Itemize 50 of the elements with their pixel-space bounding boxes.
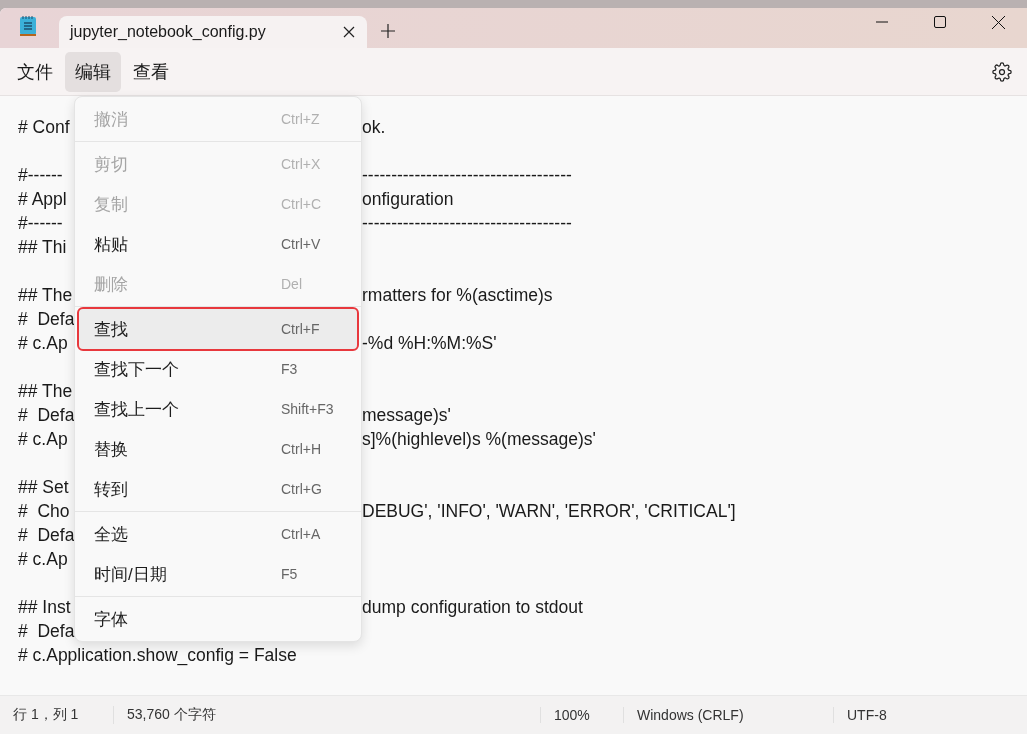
status-text: Windows (CRLF) — [623, 707, 833, 723]
code-line: ------------------------------------ — [362, 212, 572, 235]
menu-option[interactable]: 查找上一个 Shift+F3 — [79, 389, 357, 429]
code-line: #------ — [18, 212, 64, 235]
menu-option[interactable]: 转到 Ctrl+G — [79, 469, 357, 509]
menu-item[interactable]: 编辑 — [65, 51, 121, 92]
code-line: # Defa — [18, 404, 74, 427]
code-line: s]%(highlevel)s %(message)s' — [362, 428, 596, 451]
code-line: # Defa — [18, 308, 74, 331]
code-line: # Cho — [18, 500, 71, 523]
menu-option[interactable]: 粘贴 Ctrl+V — [79, 224, 357, 264]
plus-icon[interactable] — [381, 24, 395, 38]
menu-option[interactable]: 时间/日期 F5 — [79, 554, 357, 594]
code-line: DEBUG', 'INFO', 'WARN', 'ERROR', 'CRITICAL'] — [362, 500, 736, 523]
file-tab[interactable]: jupyter_notebook_config.py — [59, 16, 367, 48]
code-line: ## Thi — [18, 236, 68, 259]
code-line: # c.Application.show_config = False — [18, 644, 297, 667]
code-line: onfiguration — [362, 188, 454, 211]
code-line: ## Set — [18, 476, 70, 499]
menu-item[interactable]: 文件 — [7, 51, 63, 92]
code-line: # c.Ap — [18, 548, 69, 571]
menu-option[interactable]: 查找下一个 F3 — [79, 349, 357, 389]
code-line: ## The — [18, 380, 74, 403]
settings-icon[interactable] — [992, 61, 1012, 82]
code-line: # c.Ap — [18, 428, 69, 451]
code-line: # Appl — [18, 188, 68, 211]
menu-option[interactable]: 替换 Ctrl+H — [79, 429, 357, 469]
notepad-icon — [19, 15, 37, 37]
code-line: #------ — [18, 164, 64, 187]
code-line: message)s' — [362, 404, 451, 427]
status-text: UTF-8 — [833, 707, 1027, 723]
menu-option[interactable]: 查找 Ctrl+F — [79, 309, 357, 349]
code-line: -%d %H:%M:%S' — [362, 332, 497, 355]
code-line: ## Inst — [18, 596, 72, 619]
status-text: 53,760 个字符 — [113, 706, 540, 724]
menu-item[interactable]: 查看 — [123, 51, 179, 92]
code-line: ok. — [362, 116, 386, 139]
menu-option[interactable]: 全选 Ctrl+A — [79, 514, 357, 554]
code-line: ------------------------------------ — [362, 164, 572, 187]
status-text: 行 1，列 1 — [12, 706, 80, 724]
close-icon[interactable] — [343, 26, 355, 38]
code-line: # Conf — [18, 116, 71, 139]
menu-option[interactable]: 字体 — [79, 599, 357, 639]
code-line: # Defa — [18, 524, 74, 547]
code-line: # Defa — [18, 620, 74, 643]
code-line: # c.Ap — [18, 332, 69, 355]
code-line: dump configuration to stdout — [362, 596, 583, 619]
code-line: ## The — [18, 284, 74, 307]
status-text: 100% — [540, 707, 623, 723]
code-line: rmatters for %(asctime)s — [362, 284, 553, 307]
